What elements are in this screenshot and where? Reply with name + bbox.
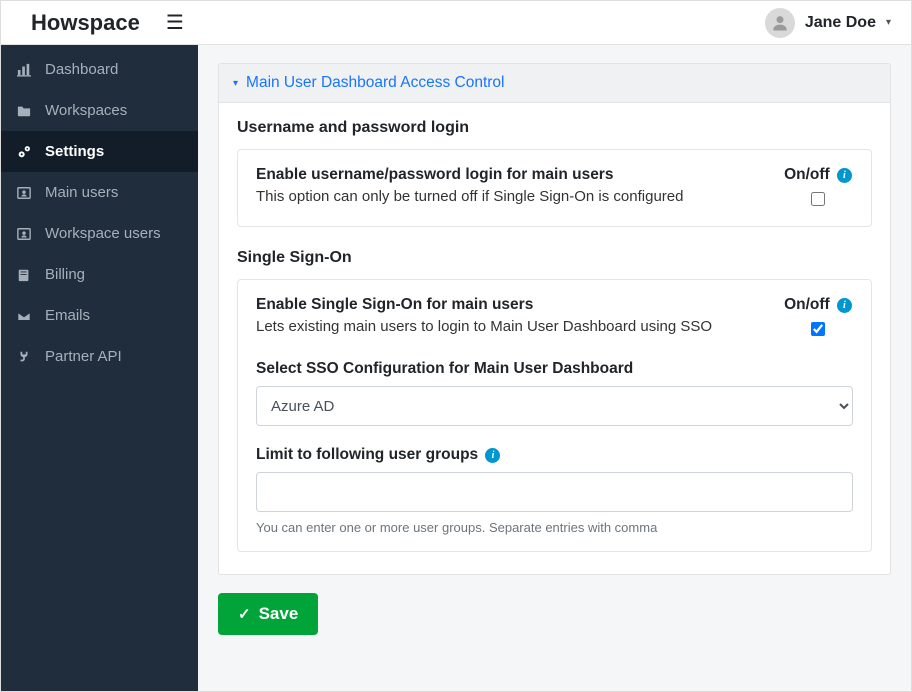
panel-title: Main User Dashboard Access Control — [246, 74, 504, 92]
sidebar-item-label: Main users — [45, 184, 118, 201]
sidebar-item-main-users[interactable]: Main users — [1, 172, 198, 213]
check-icon: ✓ — [238, 605, 251, 623]
sidebar-item-label: Dashboard — [45, 61, 118, 78]
folder-icon — [15, 104, 33, 118]
hamburger-icon[interactable]: ☰ — [158, 10, 192, 35]
sso-config-label: Select SSO Configuration for Main User D… — [256, 360, 853, 378]
book-icon — [15, 268, 33, 282]
sidebar: Dashboard Workspaces Settings Main users… — [1, 45, 198, 691]
avatar — [765, 8, 795, 38]
upw-toggle[interactable] — [811, 192, 825, 206]
user-card-icon — [15, 186, 33, 200]
chevron-down-icon: ▾ — [233, 78, 238, 89]
user-card-icon — [15, 227, 33, 241]
sidebar-item-settings[interactable]: Settings — [1, 131, 198, 172]
upw-label: Enable username/password login for main … — [256, 166, 783, 184]
main-content: ▾ Main User Dashboard Access Control Use… — [198, 45, 911, 691]
info-icon[interactable]: i — [485, 448, 500, 463]
upw-desc: This option can only be turned off if Si… — [256, 188, 783, 205]
sidebar-item-label: Emails — [45, 307, 90, 324]
access-control-panel: ▾ Main User Dashboard Access Control Use… — [218, 63, 891, 575]
info-icon[interactable]: i — [837, 298, 852, 313]
envelope-icon — [15, 309, 33, 323]
sidebar-item-label: Partner API — [45, 348, 122, 365]
user-groups-input[interactable] — [256, 472, 853, 512]
save-button-label: Save — [259, 604, 299, 624]
sidebar-item-billing[interactable]: Billing — [1, 254, 198, 295]
chart-icon — [15, 63, 33, 77]
sso-label: Enable Single Sign-On for main users — [256, 296, 783, 314]
onoff-label: On/off — [784, 166, 830, 184]
user-name: Jane Doe — [805, 14, 876, 32]
section-heading-username: Username and password login — [237, 119, 872, 137]
sidebar-item-label: Billing — [45, 266, 85, 283]
sso-desc: Lets existing main users to login to Mai… — [256, 318, 783, 335]
info-icon[interactable]: i — [837, 168, 852, 183]
sso-limit-label: Limit to following user groups i — [256, 446, 853, 464]
save-button[interactable]: ✓ Save — [218, 593, 318, 635]
sso-toggle[interactable] — [811, 322, 825, 336]
username-password-card: Enable username/password login for main … — [237, 149, 872, 227]
sidebar-item-label: Workspace users — [45, 225, 161, 242]
topbar: Howspace ☰ Jane Doe ▾ — [1, 1, 911, 45]
sso-config-select[interactable]: Azure AD — [256, 386, 853, 426]
onoff-label: On/off — [784, 296, 830, 314]
sidebar-item-partner-api[interactable]: Partner API — [1, 336, 198, 377]
brand-logo: Howspace — [13, 10, 158, 36]
plug-icon — [15, 350, 33, 364]
sidebar-item-emails[interactable]: Emails — [1, 295, 198, 336]
sso-card: Enable Single Sign-On for main users Let… — [237, 279, 872, 552]
panel-header[interactable]: ▾ Main User Dashboard Access Control — [219, 64, 890, 103]
user-groups-hint: You can enter one or more user groups. S… — [256, 520, 853, 535]
sidebar-item-label: Workspaces — [45, 102, 127, 119]
sidebar-item-dashboard[interactable]: Dashboard — [1, 49, 198, 90]
sidebar-item-label: Settings — [45, 143, 104, 160]
section-heading-sso: Single Sign-On — [237, 249, 872, 267]
chevron-down-icon: ▾ — [886, 17, 891, 28]
sidebar-item-workspace-users[interactable]: Workspace users — [1, 213, 198, 254]
user-menu[interactable]: Jane Doe ▾ — [765, 8, 899, 38]
sidebar-item-workspaces[interactable]: Workspaces — [1, 90, 198, 131]
gears-icon — [15, 144, 33, 159]
